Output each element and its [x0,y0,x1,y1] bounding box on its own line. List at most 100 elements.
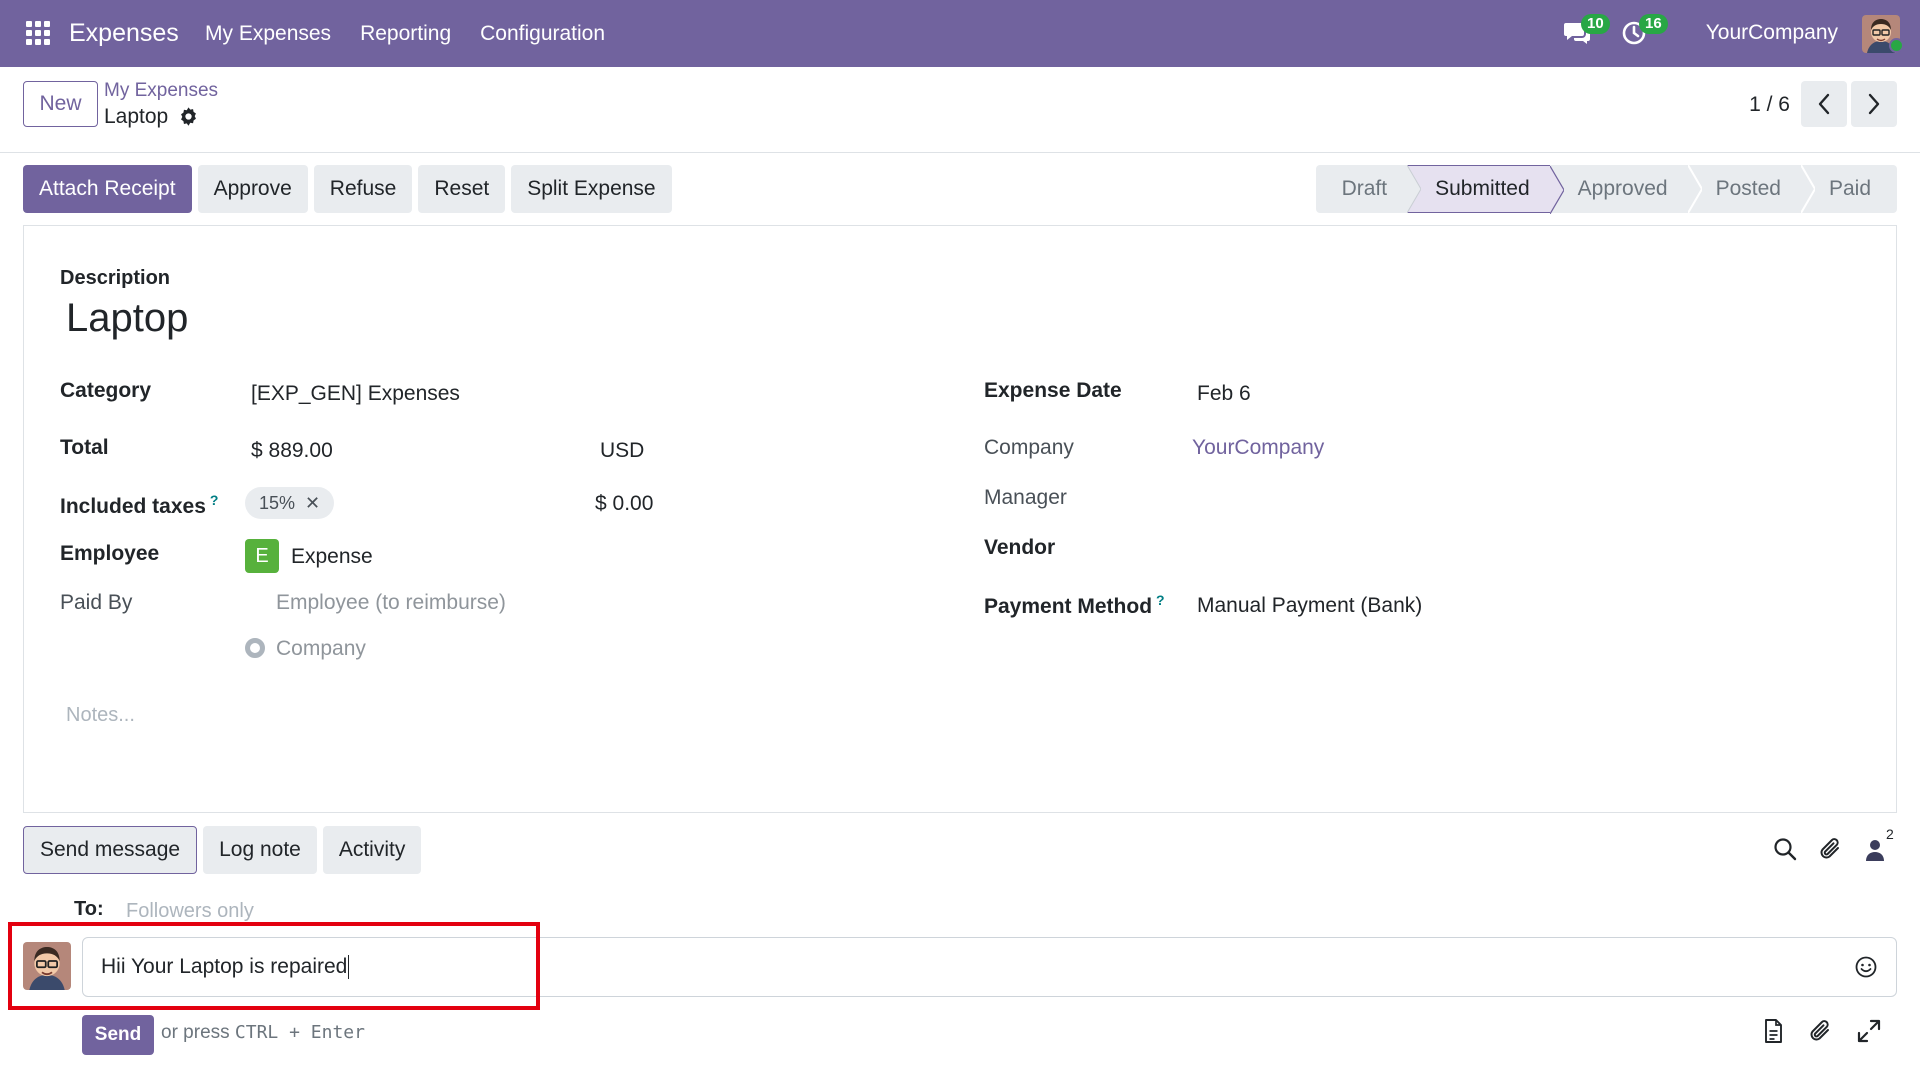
manager-field[interactable] [1192,486,1792,512]
paid-by-company-option[interactable]: Company [276,637,366,661]
message-composer-input[interactable]: Hii Your Laptop is repaired [82,937,1897,997]
activities-badge: 16 [1639,14,1668,34]
followers-button[interactable]: 2 [1864,826,1894,862]
chevron-right-icon [1868,93,1880,115]
log-note-button[interactable]: Log note [203,826,317,874]
help-tooltip-icon[interactable]: ? [1156,592,1165,608]
stage-approved[interactable]: Approved [1549,165,1702,213]
stage-draft[interactable]: Draft [1315,165,1422,213]
tax-tag-label: 15% [259,492,296,513]
tax-tag: 15% ✕ [245,487,335,519]
composer-avatar [23,942,71,990]
composer-text: Hii Your Laptop is repaired [101,955,348,978]
paid-by-company-radio[interactable] [245,638,265,658]
total-label: Total [60,436,109,459]
messages-badge: 10 [1581,14,1610,34]
included-taxes-label-text: Included taxes [60,495,206,518]
menu-my-expenses[interactable]: My Expenses [205,22,331,46]
pager-value[interactable]: 1 / 6 [1749,93,1790,117]
expense-date-field[interactable]: Feb 6 [1197,382,1251,406]
paperclip-icon[interactable] [1818,836,1844,862]
employee-avatar: E [245,539,279,573]
paid-by-employee-option[interactable]: Employee (to reimburse) [276,591,506,615]
top-navbar: Expenses My Expenses Reporting Configura… [0,0,1920,67]
app-brand[interactable]: Expenses [69,19,179,48]
company-switcher[interactable]: YourCompany [1706,21,1838,45]
pager-previous-button[interactable] [1801,81,1847,127]
stage-paid-label: Paid [1828,177,1871,200]
send-button[interactable]: Send [82,1015,154,1055]
chatter-tools: 2 [1772,826,1894,862]
chatter-topbar: Send message Log note Activity [23,826,422,874]
menu-configuration[interactable]: Configuration [480,22,605,46]
description-field[interactable]: Laptop [66,296,188,341]
new-button[interactable]: New [23,81,98,127]
menu-reporting[interactable]: Reporting [360,22,451,46]
followers-count: 2 [1886,826,1894,842]
main-menu: My Expenses Reporting Configuration [205,22,605,46]
notes-field[interactable]: Notes... [66,704,135,727]
composer-avatar-image [23,942,71,990]
recipients-value[interactable]: Followers only [126,900,254,923]
action-buttons: Attach Receipt Approve Refuse Reset Spli… [23,165,672,213]
stage-paid[interactable]: Paid [1800,165,1897,213]
stage-separator [1549,166,1564,214]
stage-submitted[interactable]: Submitted [1407,165,1564,214]
vendor-field[interactable] [1192,536,1792,562]
stage-posted-label: Posted [1715,177,1781,200]
included-taxes-label: Included taxes? [60,492,218,519]
total-field[interactable]: $ 889.00 [251,439,333,463]
form-sheet: Description Laptop Category [EXP_GEN] Ex… [23,225,1897,813]
company-field[interactable]: YourCompany [1192,436,1324,460]
refuse-button[interactable]: Refuse [313,165,413,213]
expense-date-label: Expense Date [984,379,1122,402]
control-panel: New My Expenses Laptop 1 / 6 [0,67,1920,153]
approve-button[interactable]: Approve [197,165,308,213]
messages-button[interactable]: 10 [1563,14,1610,48]
chevron-left-icon [1818,93,1830,115]
expand-icon[interactable] [1856,1018,1882,1044]
send-message-button[interactable]: Send message [23,826,198,874]
description-label: Description [60,267,171,289]
stage-separator [1687,165,1702,213]
activity-button[interactable]: Activity [322,826,422,874]
category-field[interactable]: [EXP_GEN] Expenses [251,382,460,406]
payment-method-label-text: Payment Method [984,595,1153,618]
stage-separator [1407,165,1422,213]
send-hint-prefix: or press [161,1022,230,1043]
pager-next-button[interactable] [1851,81,1897,127]
gear-icon[interactable] [178,106,199,127]
emoji-icon[interactable] [1854,955,1878,979]
attach-file-icon[interactable] [1808,1018,1834,1044]
stage-separator [1800,165,1815,213]
stage-submitted-label: Submitted [1435,177,1530,200]
attach-receipt-button[interactable]: Attach Receipt [23,165,192,213]
payment-method-field[interactable]: Manual Payment (Bank) [1197,594,1422,618]
document-icon[interactable] [1760,1018,1786,1044]
breadcrumb-my-expenses[interactable]: My Expenses [104,80,218,102]
recipients-label: To: [74,898,104,920]
stage-posted[interactable]: Posted [1687,165,1815,213]
stage-draft-label: Draft [1341,177,1388,200]
paid-by-label: Paid By [60,591,133,614]
search-icon[interactable] [1772,836,1798,862]
category-label: Category [60,379,152,402]
activities-button[interactable]: 16 [1621,14,1668,48]
company-label: Company [984,436,1074,459]
tax-amount: $ 0.00 [595,492,654,515]
composer-tools [1760,1018,1882,1044]
reset-button[interactable]: Reset [418,165,506,213]
manager-label: Manager [984,486,1067,509]
apps-menu-icon[interactable] [26,21,50,45]
employee-field[interactable]: Expense [291,545,373,569]
split-expense-button[interactable]: Split Expense [511,165,672,213]
remove-tag-icon[interactable]: ✕ [305,493,320,514]
breadcrumb-current: Laptop [104,105,169,128]
status-bar: Draft Submitted Approved Posted Paid [1315,165,1897,214]
send-hint-keys: CTRL + Enter [234,1022,365,1043]
help-tooltip-icon[interactable]: ? [210,492,219,508]
payment-method-label: Payment Method? [984,592,1165,619]
stage-approved-label: Approved [1577,177,1668,200]
employee-label: Employee [60,542,160,565]
currency-field[interactable]: USD [600,439,644,463]
